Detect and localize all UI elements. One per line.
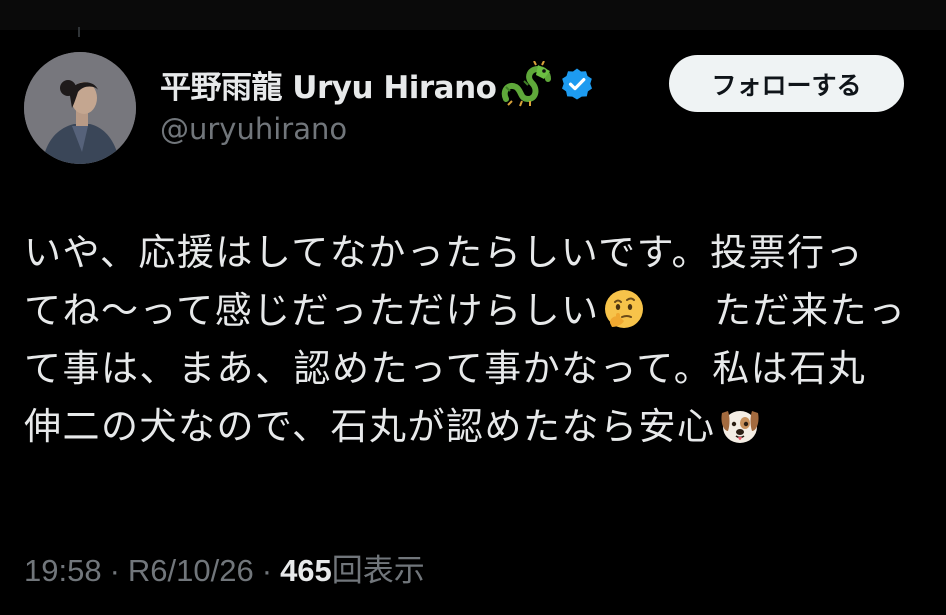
display-name[interactable]: 平野雨龍 Uryu Hirano: [160, 62, 497, 107]
follow-button[interactable]: フォローする: [669, 55, 904, 112]
thinking-face-emoji: [602, 287, 646, 331]
tweet-text-segment: てね〜って感じだっただけらしい: [24, 289, 600, 332]
author-handle[interactable]: @uryuhirano: [160, 112, 347, 146]
author-name-row: 平野雨龍 Uryu Hirano: [160, 60, 594, 108]
thread-connector: [78, 27, 80, 37]
top-edge: [0, 0, 946, 37]
tweet-text-segment: ただ来たっ: [714, 289, 907, 332]
post-time[interactable]: 19:58: [24, 553, 102, 588]
dog-face-emoji: [718, 403, 762, 447]
views-label: 回表示: [331, 553, 425, 588]
avatar-photo: [24, 52, 136, 164]
tweet-text-segment: 伸二の犬なので、石丸が認めたなら安心: [24, 405, 716, 448]
tweet-text: いや、応援はしてなかったらしいです。投票行っ てね〜って感じだっただけらしい た…: [24, 224, 924, 456]
tweet-text-line: 伸二の犬なので、石丸が認めたなら安心: [24, 398, 924, 456]
tweet-text-line: て事は、まあ、認めたって事かなって。私は石丸: [24, 347, 867, 390]
dragon-emoji: [500, 60, 552, 107]
views-count: 465: [280, 553, 332, 588]
verified-badge-icon[interactable]: [560, 67, 594, 101]
tweet-meta: 19:58 · R6/10/26 · 465回表示: [24, 545, 425, 590]
tweet-text-line: いや、応援はしてなかったらしいです。投票行っ: [24, 231, 864, 274]
meta-separator: ·: [109, 553, 120, 588]
post-date[interactable]: R6/10/26: [128, 553, 254, 588]
tweet-text-line-continued: ただ来たっ: [714, 282, 907, 340]
avatar[interactable]: [24, 52, 136, 164]
meta-separator: ·: [261, 553, 273, 588]
